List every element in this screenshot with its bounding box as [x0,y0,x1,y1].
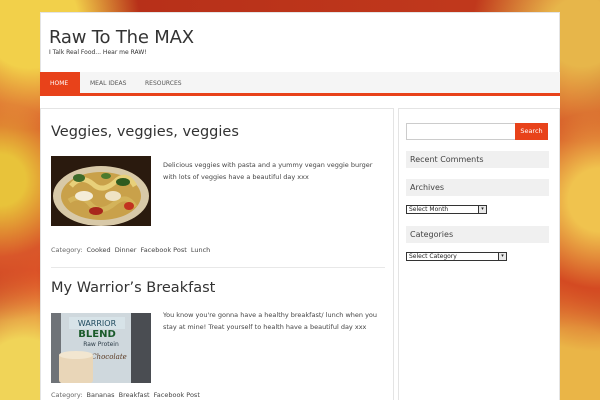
categories-select-value: Select Category [409,253,457,260]
package-flavour-text: Chocolate [91,353,127,361]
category-link[interactable]: Breakfast [119,391,150,399]
post-divider [51,267,385,268]
pasta-image [51,156,151,226]
sidebar: Search Recent Comments Archives Select M… [398,108,560,400]
category-label: Category: [51,391,83,399]
breakfast-image: WARRIOR BLEND Raw Protein Chocolate [51,313,151,383]
post-thumbnail[interactable]: WARRIOR BLEND Raw Protein Chocolate [51,313,151,383]
nav-item-home[interactable]: Home [40,72,80,96]
post-meta: Category: Bananas Breakfast Facebook Pos… [51,391,200,399]
package-blend-text: BLEND [78,329,116,340]
site-description: I Talk Real Food... Hear me RAW! [49,49,147,56]
package-brand-text: WARRIOR [78,319,117,328]
site-title[interactable]: Raw To The MAX [49,27,194,48]
archives-select[interactable]: Select Month ▾ [406,205,487,214]
categories-title: Categories [406,226,549,243]
search-button[interactable]: Search [515,123,548,140]
recent-comments-title: Recent Comments [406,151,549,168]
chevron-down-icon: ▾ [478,206,486,213]
archives-select-value: Select Month [409,206,449,213]
category-link[interactable]: Facebook Post [141,246,187,254]
main-navigation: Home Meal Ideas Resources [40,72,560,96]
category-link[interactable]: Dinner [115,246,137,254]
post-thumbnail[interactable] [51,156,151,226]
main-content: Veggies, veggies, veggies Delicious vegg… [40,108,394,400]
nav-item-meal-ideas[interactable]: Meal Ideas [80,72,136,96]
post-title[interactable]: My Warrior’s Breakfast [51,280,215,296]
chevron-down-icon: ▾ [498,253,506,260]
page-container: Raw To The MAX I Talk Real Food... Hear … [40,12,560,400]
category-link[interactable]: Bananas [87,391,115,399]
post-excerpt: Delicious veggies with pasta and a yummy… [163,161,373,181]
categories-select[interactable]: Select Category ▾ [406,252,507,261]
category-link[interactable]: Facebook Post [154,391,200,399]
package-protein-text: Raw Protein [83,341,119,348]
post-title[interactable]: Veggies, veggies, veggies [51,124,239,140]
category-link[interactable]: Lunch [191,246,210,254]
archives-title: Archives [406,179,549,196]
category-label: Category: [51,246,83,254]
post-excerpt: You know you're gonna have a healthy bre… [163,311,378,331]
site-header: Raw To The MAX I Talk Real Food... Hear … [40,12,560,72]
nav-item-resources[interactable]: Resources [135,72,192,96]
post-meta: Category: Cooked Dinner Facebook Post Lu… [51,246,210,254]
category-link[interactable]: Cooked [87,246,111,254]
search-input[interactable] [406,123,516,140]
